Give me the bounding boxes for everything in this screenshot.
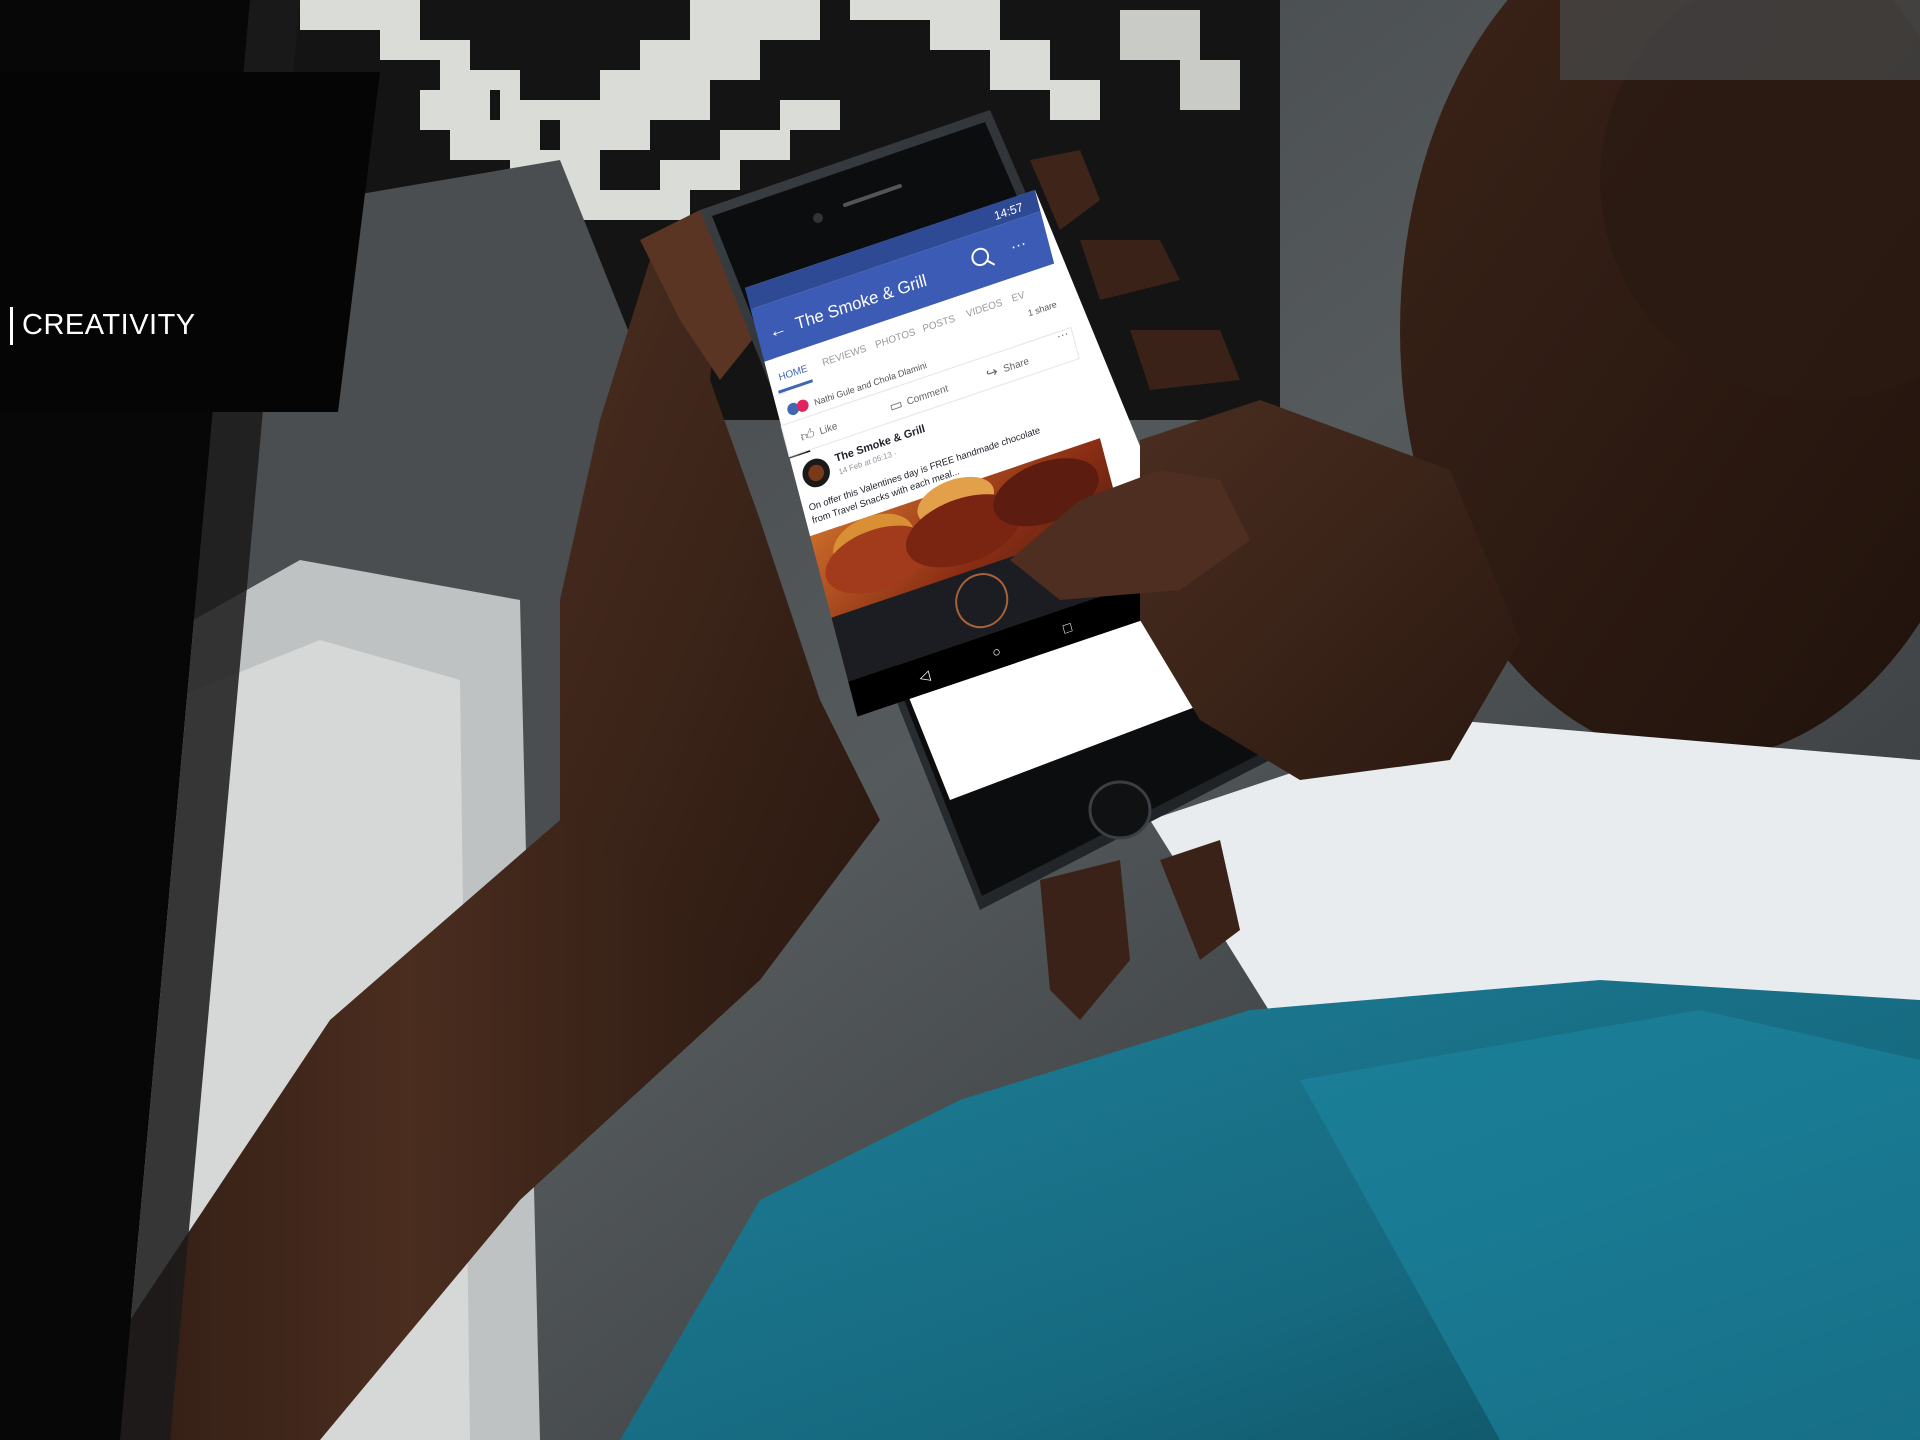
- label-box: [0, 72, 380, 412]
- label-accent-bar: [10, 307, 13, 345]
- section-label: CREATIVITY: [22, 309, 196, 341]
- home-button[interactable]: [1088, 780, 1152, 840]
- scene: 14:57 ← The Smoke & Grill ··· HOME REVIE…: [0, 0, 1920, 1440]
- photo-scene: 14:57 ← The Smoke & Grill ··· HOME REVIE…: [0, 0, 1920, 1440]
